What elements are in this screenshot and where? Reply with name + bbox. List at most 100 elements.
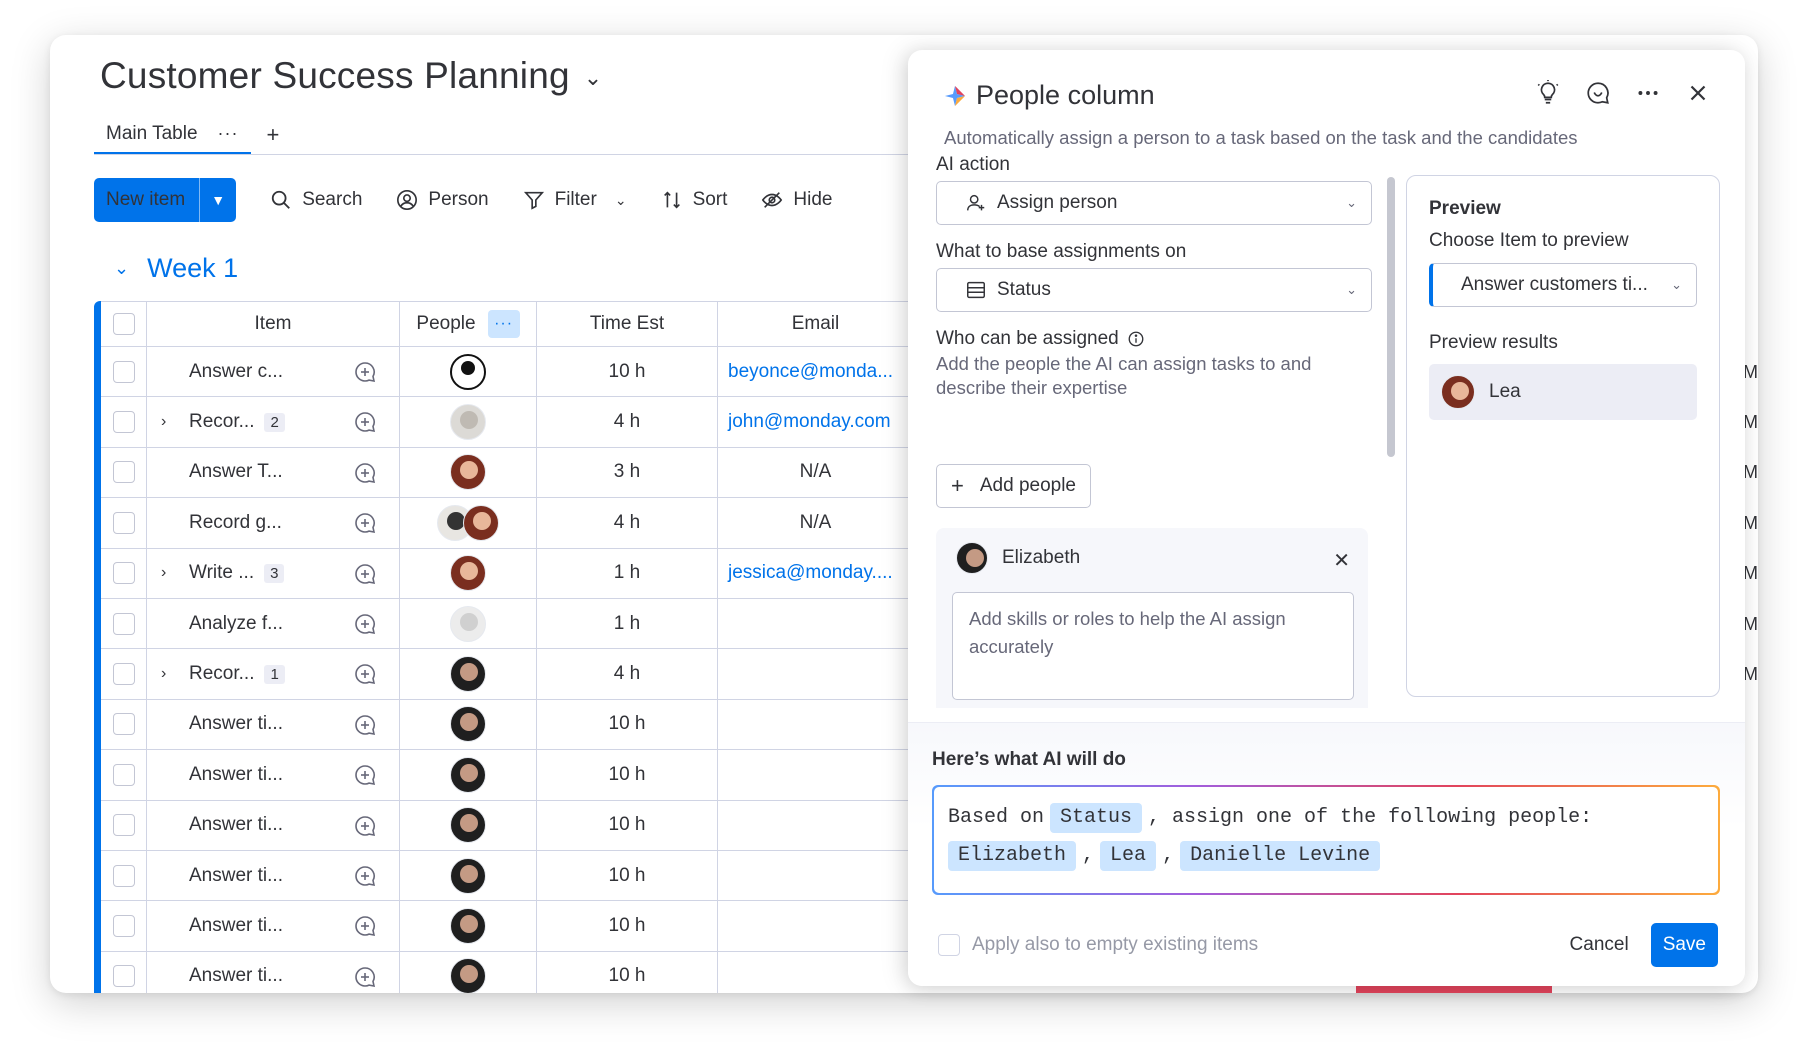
expand-icon[interactable]: › (161, 564, 189, 582)
item-cell[interactable]: › Recor... 1 (147, 649, 400, 699)
person-filter-button[interactable]: Person (396, 189, 489, 211)
item-cell[interactable]: Answer ti... (147, 850, 400, 901)
select-all-checkbox[interactable] (112, 313, 135, 335)
people-cell[interactable] (400, 598, 537, 649)
candidate-skills-input[interactable] (952, 592, 1354, 700)
time-est-cell[interactable]: 1 h (537, 598, 718, 649)
people-cell[interactable] (400, 397, 537, 447)
add-update-icon[interactable] (353, 814, 377, 838)
table-row[interactable]: Answer ti... 10 h (101, 800, 913, 851)
info-icon[interactable] (1127, 330, 1145, 348)
tab-main-table[interactable]: Main Table ··· (94, 115, 251, 155)
prompt-chip-person[interactable]: Danielle Levine (1180, 841, 1381, 871)
row-checkbox[interactable] (112, 511, 135, 534)
prompt-chip-person[interactable]: Lea (1100, 841, 1157, 871)
new-item-button[interactable]: New item ▼ (94, 178, 237, 222)
remove-candidate-icon[interactable]: ✕ (1333, 548, 1350, 573)
item-cell[interactable]: Answer ti... (147, 800, 400, 850)
email-cell[interactable] (718, 801, 913, 850)
table-row[interactable]: Answer ti... 10 h (101, 699, 913, 751)
email-cell[interactable]: beyonce@monda... (718, 347, 913, 396)
email-cell[interactable] (718, 952, 913, 993)
chevron-down-icon[interactable]: ⌄ (615, 192, 627, 209)
expand-icon[interactable]: › (161, 665, 189, 683)
row-checkbox[interactable] (112, 763, 135, 786)
email-cell[interactable] (718, 599, 913, 648)
table-row[interactable]: Answer ti... 10 h (101, 951, 913, 993)
email-cell[interactable]: N/A (718, 498, 913, 547)
row-checkbox[interactable] (112, 360, 135, 383)
lightbulb-icon[interactable] (1535, 80, 1561, 106)
row-checkbox[interactable] (112, 663, 135, 686)
prompt-chip-status[interactable]: Status (1050, 803, 1143, 833)
table-row[interactable]: › Recor... 2 4 h john@monday.com (101, 397, 913, 448)
item-cell[interactable]: Answer ti... (147, 750, 400, 800)
group-header[interactable]: ⌄ Week 1 (114, 253, 238, 284)
header-people[interactable]: People ··· (400, 302, 537, 346)
header-email[interactable]: Email (718, 302, 913, 346)
row-checkbox[interactable] (112, 814, 135, 837)
table-row[interactable]: › Write ... 3 1 h jessica@monday.... (101, 548, 913, 599)
header-item[interactable]: Item (147, 302, 400, 346)
item-cell[interactable]: Answer ti... (147, 901, 400, 951)
header-time-est[interactable]: Time Est (537, 302, 718, 346)
ai-action-select[interactable]: Assign person ⌄ (936, 181, 1372, 225)
table-row[interactable]: Answer ti... 10 h (101, 850, 913, 902)
people-cell[interactable] (400, 548, 537, 598)
table-row[interactable]: Record g... 4 h N/A (101, 498, 913, 549)
row-checkbox[interactable] (112, 965, 135, 988)
people-cell[interactable] (400, 498, 537, 548)
table-row[interactable]: Answer ti... 10 h (101, 750, 913, 801)
expand-icon[interactable]: › (161, 413, 189, 431)
more-icon[interactable]: ··· (218, 123, 239, 144)
people-cell[interactable] (400, 951, 537, 993)
time-est-cell[interactable]: 10 h (537, 901, 718, 951)
cancel-button[interactable]: Cancel (1570, 934, 1629, 956)
item-cell[interactable]: Record g... (147, 498, 400, 548)
people-cell[interactable] (400, 699, 537, 750)
time-est-cell[interactable]: 4 h (537, 649, 718, 699)
time-est-cell[interactable]: 10 h (537, 699, 718, 750)
search-button[interactable]: Search (270, 189, 362, 211)
table-row[interactable]: Answer ti... 10 h (101, 901, 913, 952)
people-cell[interactable] (400, 649, 537, 699)
more-icon[interactable] (1635, 80, 1661, 106)
add-update-icon[interactable] (353, 713, 377, 737)
add-update-icon[interactable] (353, 864, 377, 888)
add-update-icon[interactable] (353, 612, 377, 636)
table-row[interactable]: Answer T... 3 h N/A (101, 447, 913, 499)
people-cell[interactable] (400, 800, 537, 850)
row-checkbox[interactable] (112, 461, 135, 484)
row-checkbox[interactable] (112, 612, 135, 635)
row-checkbox[interactable] (112, 562, 135, 585)
item-cell[interactable]: Answer ti... (147, 951, 400, 993)
row-checkbox[interactable] (112, 411, 135, 434)
table-row[interactable]: › Recor... 1 4 h (101, 649, 913, 700)
email-cell[interactable] (718, 700, 913, 749)
item-cell[interactable]: › Recor... 2 (147, 397, 400, 447)
preview-item-select[interactable]: Answer customers ti... ⌄ (1429, 263, 1697, 307)
close-icon[interactable] (1685, 80, 1711, 106)
chevron-down-icon[interactable]: ⌄ (114, 258, 129, 279)
prompt-chip-person[interactable]: Elizabeth (948, 841, 1077, 871)
add-update-icon[interactable] (353, 763, 377, 787)
time-est-cell[interactable]: 4 h (537, 397, 718, 447)
people-cell[interactable] (400, 750, 537, 800)
item-cell[interactable]: Answer c... (147, 347, 400, 397)
add-update-icon[interactable] (353, 360, 377, 384)
hide-button[interactable]: Hide (761, 189, 833, 211)
table-row[interactable]: Analyze f... 1 h (101, 598, 913, 650)
email-cell[interactable] (718, 750, 913, 799)
time-est-cell[interactable]: 10 h (537, 750, 718, 800)
add-update-icon[interactable] (353, 662, 377, 686)
email-cell[interactable] (718, 851, 913, 900)
add-update-icon[interactable] (353, 965, 377, 989)
time-est-cell[interactable]: 3 h (537, 447, 718, 498)
email-cell[interactable] (718, 649, 913, 698)
people-cell[interactable] (400, 850, 537, 901)
sort-button[interactable]: Sort (661, 189, 727, 211)
email-cell[interactable]: N/A (718, 448, 913, 497)
add-update-icon[interactable] (353, 461, 377, 485)
row-checkbox[interactable] (112, 713, 135, 736)
feedback-chat-icon[interactable] (1585, 80, 1611, 106)
